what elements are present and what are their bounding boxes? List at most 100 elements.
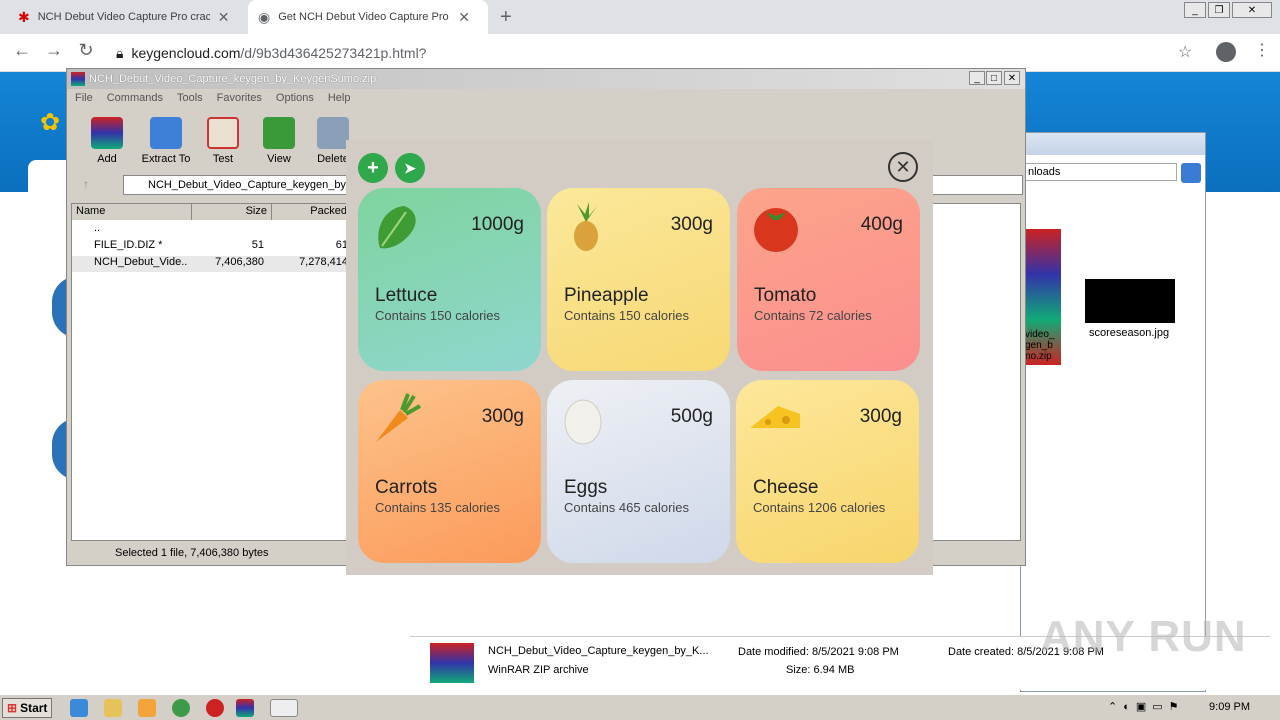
ie-icon[interactable] (70, 699, 88, 717)
tool-label: Add (97, 153, 117, 165)
column-name[interactable]: Name (72, 204, 192, 220)
explorer-icon[interactable] (104, 699, 122, 717)
profile-avatar[interactable] (1216, 42, 1236, 62)
tool-label: Extract To (141, 153, 191, 165)
chrome-icon[interactable] (172, 699, 190, 717)
menu-commands[interactable]: Commands (107, 92, 163, 104)
search-icon[interactable] (1181, 163, 1201, 183)
add-button[interactable]: Add (79, 117, 135, 165)
site-logo-icon: ✿ (40, 109, 61, 136)
reload-icon[interactable]: ↻ (74, 40, 98, 61)
forward-icon[interactable]: → (42, 40, 66, 61)
restore-button[interactable]: ❐ (1208, 2, 1230, 18)
winrar-title: NCH_Debut_Video_Capture_keygen_by_Keygen… (89, 73, 377, 85)
food-weight: 1000g (471, 214, 524, 235)
food-calories: Contains 72 calories (754, 308, 872, 323)
view-button[interactable]: View (251, 117, 307, 165)
send-icon[interactable]: ➤ (395, 153, 425, 183)
row-size: 51 (251, 239, 264, 251)
tool-label: View (267, 153, 291, 165)
table-row[interactable]: NCH_Debut_Vide... 7,406,380 7,278,414 (72, 256, 352, 272)
image-thumbnail[interactable] (1085, 279, 1175, 323)
food-card[interactable]: 300g Carrots Contains 135 calories (358, 380, 541, 563)
new-tab-button[interactable]: + (500, 6, 512, 29)
tomato-icon (749, 200, 803, 254)
omnibar: ← → ↻ 🔒︎ keygencloud.com/d/9b3d436425273… (0, 34, 1280, 72)
food-popup: + ➤ ✕ 1000g Lettuce Contains 150 calories 3… (346, 140, 933, 575)
column-packed[interactable]: Packed (272, 204, 352, 220)
details-date-modified: Date modified: 8/5/2021 9:08 PM (738, 646, 899, 658)
trash-icon (317, 117, 349, 149)
active-app-icon[interactable] (270, 699, 298, 717)
start-button[interactable]: ⊞ Start (2, 698, 52, 718)
winrar-menubar: File Commands Tools Favorites Options He… (67, 89, 1025, 107)
winrar-taskbar-icon[interactable] (236, 699, 254, 717)
winrar-app-icon (71, 72, 85, 86)
tab-title: NCH Debut Video Capture Pro crack (37, 11, 210, 23)
globe-icon: ◉ (258, 8, 271, 25)
food-card[interactable]: 300g Cheese Contains 1206 calories (736, 380, 919, 563)
menu-help[interactable]: Help (328, 92, 351, 104)
lettuce-icon (370, 200, 424, 254)
winrar-archive-icon (430, 643, 474, 683)
opera-icon[interactable] (206, 699, 224, 717)
close-icon[interactable]: ✕ (888, 152, 918, 182)
media-player-icon[interactable] (138, 699, 156, 717)
food-weight: 300g (859, 406, 902, 427)
watermark: ANY RUN (1040, 612, 1247, 661)
food-card[interactable]: 400g Tomato Contains 72 calories (737, 188, 920, 371)
up-arrow-icon[interactable]: ↑ (83, 177, 89, 191)
folder-icon (150, 117, 182, 149)
path-text: NCH_Debut_Video_Capture_keygen_by_ (148, 179, 353, 191)
bookmark-star-icon[interactable]: ☆ (1178, 42, 1192, 62)
explorer-search-input[interactable]: nloads (1025, 163, 1177, 181)
close-button[interactable]: ✕ (1004, 71, 1020, 85)
food-card[interactable]: 500g Eggs Contains 465 calories (547, 380, 730, 563)
row-name: NCH_Debut_Vide... (94, 256, 188, 268)
menu-favorites[interactable]: Favorites (217, 92, 262, 104)
food-weight: 300g (481, 406, 524, 427)
food-name: Tomato (754, 285, 817, 306)
tray-icons[interactable]: ⌃◐▣▭⚑ (1108, 700, 1185, 713)
food-card[interactable]: 300g Pineapple Contains 150 calories (547, 188, 730, 371)
close-tab-icon[interactable]: ✕ (218, 9, 230, 26)
book-icon (263, 117, 295, 149)
cheese-icon (748, 392, 802, 446)
explorer-window: nloads video_ gen_b no.zip scoreseason.j… (1020, 132, 1206, 692)
menu-dots-icon[interactable]: ⋮ (1254, 40, 1270, 60)
url-path: /d/9b3d436425273421p.html? (240, 45, 427, 61)
tab-keygen[interactable]: ◉ Get NCH Debut Video Capture Pro ke ✕ (248, 0, 488, 34)
row-name: .. (94, 222, 101, 234)
menu-options[interactable]: Options (276, 92, 314, 104)
close-window-button[interactable]: ✕ (1232, 2, 1272, 18)
add-icon (91, 117, 123, 149)
address-bar[interactable]: 🔒︎ keygencloud.com/d/9b3d436425273421p.h… (108, 40, 1208, 66)
close-tab-icon[interactable]: ✕ (458, 9, 470, 26)
row-packed: 61 (335, 239, 348, 251)
back-icon[interactable]: ← (10, 40, 34, 61)
minimize-button[interactable]: _ (1184, 2, 1206, 18)
food-calories: Contains 1206 calories (753, 500, 886, 515)
maximize-button[interactable]: □ (986, 71, 1002, 85)
add-icon[interactable]: + (358, 153, 388, 183)
minimize-button[interactable]: _ (969, 71, 985, 85)
food-calories: Contains 150 calories (564, 308, 690, 323)
food-card[interactable]: 1000g Lettuce Contains 150 calories (358, 188, 541, 371)
column-size[interactable]: Size (192, 204, 272, 220)
tool-label: Delete (317, 153, 349, 165)
anyrun-tab-icon: ✱ (18, 8, 30, 25)
url-domain: keygencloud.com (131, 45, 241, 61)
details-filename: NCH_Debut_Video_Capture_keygen_by_K... (488, 645, 709, 657)
test-button[interactable]: Test (195, 117, 251, 165)
row-size: 7,406,380 (215, 256, 264, 268)
table-row[interactable]: FILE_ID.DIZ * 51 61 (72, 239, 352, 255)
table-row[interactable]: .. (72, 222, 352, 238)
pineapple-icon (559, 200, 613, 254)
menu-tools[interactable]: Tools (177, 92, 203, 104)
windows-logo-icon: ⊞ (7, 701, 18, 715)
menu-file[interactable]: File (75, 92, 93, 104)
tab-crack[interactable]: ✱ NCH Debut Video Capture Pro crack ✕ (8, 0, 246, 34)
extract-to-button[interactable]: Extract To (138, 117, 194, 165)
details-type: WinRAR ZIP archive (488, 664, 589, 676)
file-label: scoreseason.jpg (1089, 327, 1170, 339)
